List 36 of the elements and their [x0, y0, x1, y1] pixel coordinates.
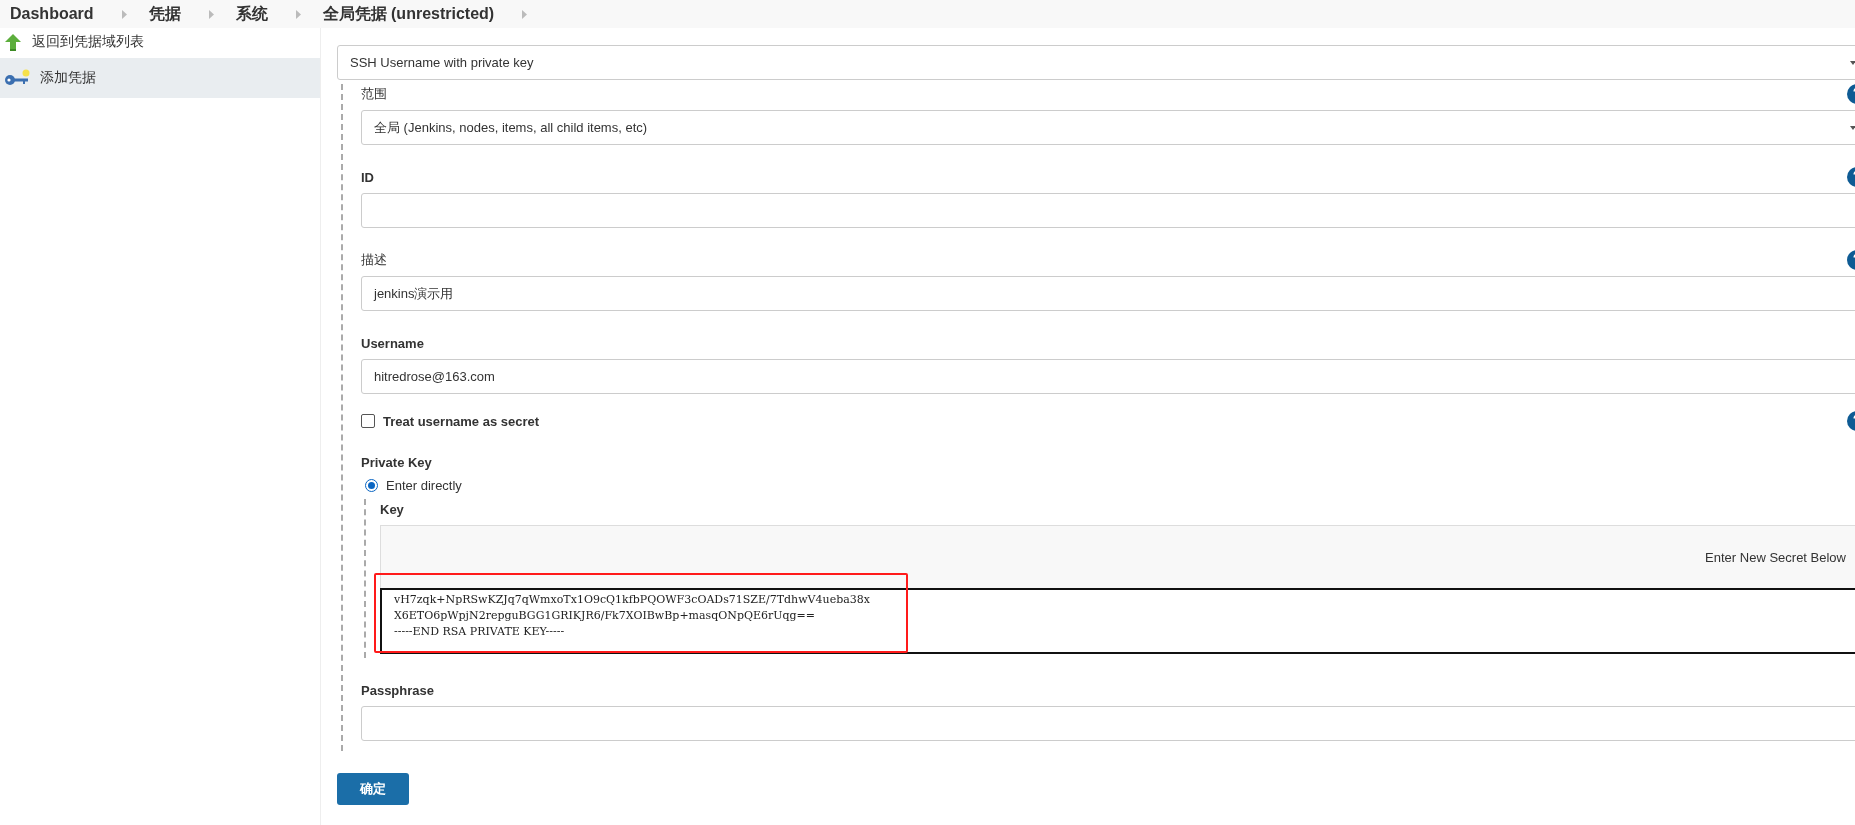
- input-field[interactable]: hitredrose@163.com: [361, 359, 1855, 394]
- breadcrumb-link[interactable]: Dashboard: [10, 5, 94, 23]
- field-label: Key: [380, 501, 404, 517]
- sidebar-item[interactable]: 返回到凭据域列表: [0, 30, 320, 54]
- up-arrow-icon: [4, 33, 22, 51]
- chevron-icon: [121, 9, 127, 19]
- field-label: Passphrase: [361, 682, 434, 698]
- field-label: Username: [361, 335, 424, 351]
- radio-button[interactable]: [365, 479, 378, 492]
- scope-select[interactable]: 全局 (Jenkins, nodes, items, all child items, etc): [361, 110, 1855, 145]
- confirm-button[interactable]: 确定: [337, 773, 409, 805]
- radio-label: Enter directly: [386, 478, 462, 493]
- breadcrumb-link[interactable]: 凭据: [148, 3, 181, 25]
- chevron-icon: [295, 9, 301, 19]
- field-label: 描述: [361, 251, 387, 269]
- input-field[interactable]: jenkins演示用: [361, 276, 1855, 311]
- input-field[interactable]: [361, 193, 1855, 228]
- credential-type-select[interactable]: SSH Username with private key: [337, 45, 1855, 80]
- chevron-icon: [522, 9, 528, 19]
- field-label: 范围: [361, 85, 387, 103]
- dropdown-caret-icon: [1850, 126, 1855, 130]
- field-label: ID: [361, 169, 374, 185]
- breadcrumb-link[interactable]: 全局凭据 (unrestricted): [322, 3, 495, 25]
- sidebar-label: 添加凭据: [40, 69, 96, 87]
- sidebar-label: 返回到凭据域列表: [32, 33, 144, 51]
- checkbox-label: Treat username as secret: [383, 413, 540, 429]
- key-icon: [4, 69, 30, 87]
- breadcrumb-link[interactable]: 系统: [235, 3, 268, 25]
- field-label: Private Key: [361, 454, 432, 470]
- input-field[interactable]: [361, 706, 1855, 741]
- checkbox[interactable]: [361, 414, 375, 428]
- dropdown-caret-icon: [1850, 61, 1855, 65]
- sidebar-item[interactable]: 添加凭据: [0, 58, 320, 98]
- chevron-icon: [208, 9, 214, 19]
- key-textarea[interactable]: vH7zqk+NpRSwKZJq7qWmxoTx1O9cQ1kfbPQOWF3cOADs71SZE/7TdhwV4ueba38x X6ETO6pWpjN2repguBGG1GRIKJR6/Fk7XOIBwBp+masqONpQE6rUqg== -----END RSA PRIVATE KEY-----: [380, 588, 1855, 654]
- secret-hint: Enter New Secret Below: [1705, 549, 1846, 565]
